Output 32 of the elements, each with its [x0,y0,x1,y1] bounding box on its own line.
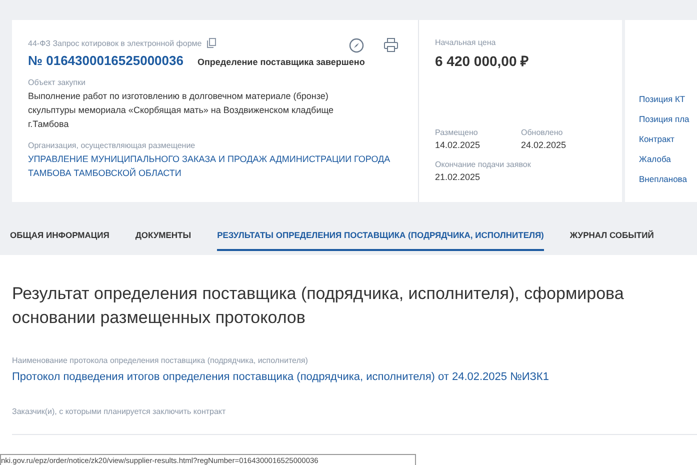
copy-icon[interactable] [206,38,216,48]
price-label: Начальная цена [435,38,497,47]
related-link[interactable]: Жалоба [639,154,697,166]
date-value: 21.02.2025 [435,172,482,182]
date-label: Размещено [435,128,479,137]
related-link[interactable]: Позиция пла [639,114,697,126]
purchase-number[interactable]: № 0164300016525000036 [28,53,184,68]
date-value: 24.02.2025 [521,140,568,150]
compass-icon[interactable] [349,38,364,53]
section-heading: Результат определения поставщика (подрядчика, исполнителя), сформирова [12,283,625,305]
status-text: Определение поставщика завершено [197,57,365,67]
related-link[interactable]: Внепланова [639,174,697,186]
law-type: 44-ФЗ Запрос котировок в электронной форме [28,38,202,48]
field-label: Объект закупки [28,78,86,87]
date-value: 14.02.2025 [435,140,482,150]
protocol-link[interactable]: Протокол подведения итогов определения поставщика (подрядчика, исполнителя) от 24.02.2025 №ИЗК1 [12,370,572,384]
tab[interactable]: ЖУРНАЛ СОБЫТИЙ [570,230,654,249]
field-label: Организация, осуществляющая размещение [28,141,196,150]
tab[interactable]: РЕЗУЛЬТАТЫ ОПРЕДЕЛЕНИЯ ПОСТАВЩИКА (ПОДРЯДЧИКА, ИСПОЛНИТЕЛЯ) [217,230,544,251]
initial-price: 6 420 000,00 ₽ [435,52,530,70]
tab[interactable]: ДОКУМЕНТЫ [135,230,192,249]
print-icon[interactable] [384,38,398,52]
organization-link[interactable]: УПРАВЛЕНИЕ МУНИЦИПАЛЬНОГО ЗАКАЗА И ПРОДАЖ АДМИНИСТРАЦИИ ГОРОДА ТАМБОВА ТАМБОВСКОЙ ОБЛАСТИ [28,152,404,180]
related-link[interactable]: Контракт [639,134,697,146]
field-label: Наименование протокола определения поставщика (подрядчика, исполнителя) [12,356,309,365]
purchase-object: Выполнение работ по изготовлению в долговечном материале (бронзе) скульптуры мемориала «Скорбящая мать» на Воздвиженском кладбище г.Тамбова [28,90,335,131]
section-heading: основании размещенных протоколов [12,307,306,329]
date-label: Обновлено [521,128,564,137]
related-link[interactable]: Позиция КТ [639,94,697,106]
tab[interactable]: ОБЩАЯ ИНФОРМАЦИЯ [10,230,110,249]
date-label: Окончание подачи заявок [435,160,532,169]
field-label: Заказчик(и), с которыми планируется заключить контракт [12,407,227,416]
